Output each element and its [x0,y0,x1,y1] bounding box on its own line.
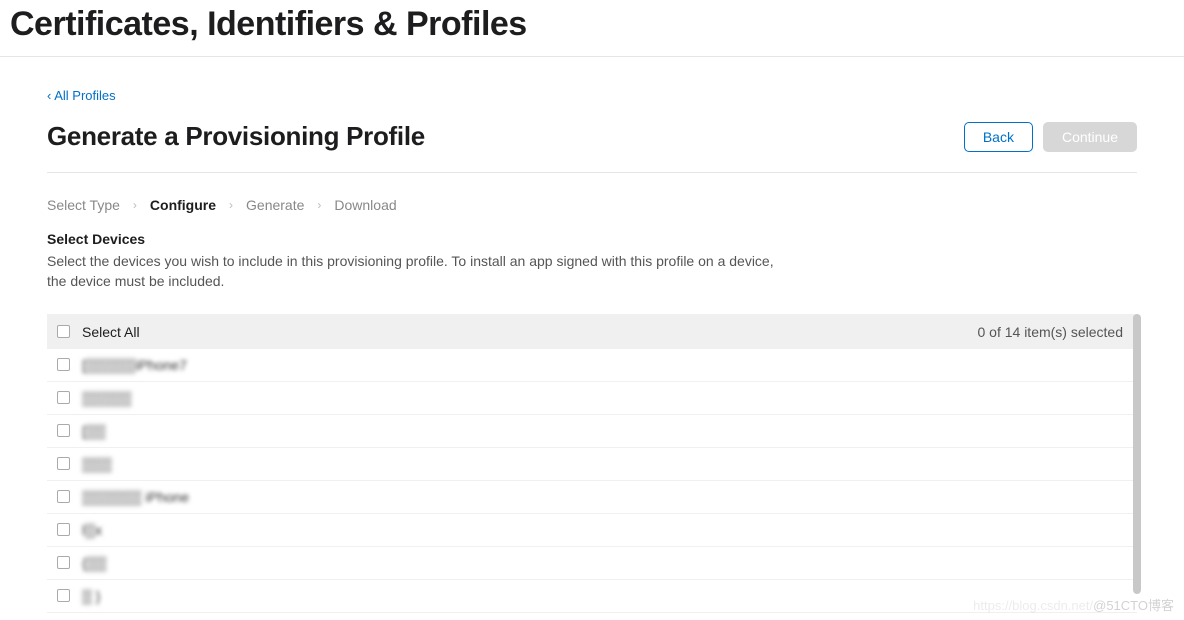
continue-button: Continue [1043,122,1137,152]
device-row[interactable]: ▒▒▒▒▒▒ iPhone [47,481,1137,514]
device-name: [▒▒ [82,423,106,439]
device-name: [▒▒▒▒▒iPhone7 [82,357,187,373]
device-checkbox[interactable] [57,424,70,437]
device-name: ▒▒▒ [82,456,112,472]
device-checkbox[interactable] [57,358,70,371]
watermark: https://blog.csdn.net/@51CTO博客 [973,595,1174,614]
device-name: ▒▒▒▒▒▒ iPhone [82,489,189,505]
section-heading: Generate a Provisioning Profile [47,121,425,152]
step-download[interactable]: Download [334,197,396,213]
breadcrumb: Select Type › Configure › Generate › Dow… [47,173,1137,231]
back-button[interactable]: Back [964,122,1033,152]
devices-description: Select the devices you wish to include i… [47,251,787,292]
select-all-label[interactable]: Select All [82,324,140,340]
back-link-all-profiles[interactable]: ‹ All Profiles [47,88,116,103]
chevron-right-icon: › [317,198,321,212]
device-checkbox[interactable] [57,457,70,470]
device-checkbox[interactable] [57,523,70,536]
step-select-type[interactable]: Select Type [47,197,120,213]
step-configure[interactable]: Configure [150,197,216,213]
device-row[interactable]: ▒▒▒▒▒ [47,382,1137,415]
selection-count: 0 of 14 item(s) selected [977,324,1123,340]
device-checkbox[interactable] [57,391,70,404]
device-name: ▒ } [82,588,100,604]
select-all-checkbox[interactable] [57,325,70,338]
device-name: l▒x [82,522,102,538]
device-row[interactable]: ▒▒▒ [47,448,1137,481]
device-row[interactable]: [▒▒ [47,415,1137,448]
device-checkbox[interactable] [57,556,70,569]
device-row[interactable]: l▒x [47,514,1137,547]
device-row[interactable]: [▒▒▒▒▒iPhone7 [47,349,1137,382]
chevron-right-icon: › [133,198,137,212]
device-checkbox[interactable] [57,490,70,503]
devices-heading: Select Devices [47,231,1137,247]
scrollbar[interactable] [1133,314,1141,594]
device-checkbox[interactable] [57,589,70,602]
device-name: {▒▒ [82,555,107,571]
device-list: Select All 0 of 14 item(s) selected [▒▒▒… [47,314,1137,613]
device-row[interactable]: {▒▒ [47,547,1137,580]
page-title: Certificates, Identifiers & Profiles [0,0,1184,57]
step-generate[interactable]: Generate [246,197,304,213]
chevron-right-icon: › [229,198,233,212]
device-name: ▒▒▒▒▒ [82,390,132,406]
